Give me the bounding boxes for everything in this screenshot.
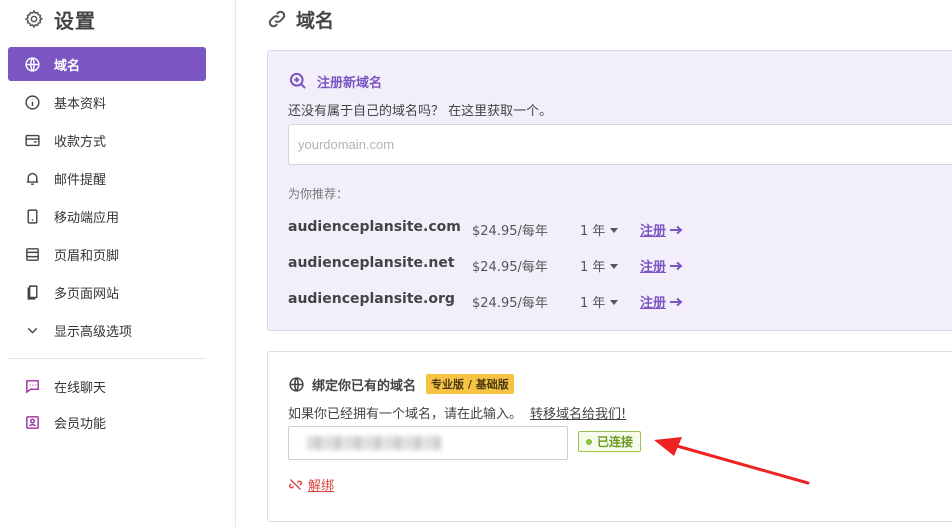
domain-price: $24.95/每年 xyxy=(472,224,548,239)
sidebar: 设置 域名 基本资料 收款方式 邮件提醒 移动端应用 页眉和页脚 多页面网站 显… xyxy=(0,0,236,527)
status-dot xyxy=(586,438,592,445)
mobile-icon xyxy=(24,208,41,225)
bind-description-row: 如果你已经拥有一个域名，请在此输入。 转移域名给我们! xyxy=(288,403,626,422)
connection-status-badge: 已连接 xyxy=(578,431,642,452)
globe-icon xyxy=(24,56,41,73)
sidebar-divider xyxy=(8,358,206,359)
sidebar-item-header-footer[interactable]: 页眉和页脚 xyxy=(8,237,206,271)
register-link-label: 注册 xyxy=(640,224,667,239)
bind-heading: 绑定你已有的域名 xyxy=(312,378,417,394)
transfer-domain-link[interactable]: 转移域名给我们! xyxy=(530,403,626,422)
sidebar-item-payment[interactable]: 收款方式 xyxy=(8,123,206,157)
gear-icon xyxy=(24,9,44,29)
sidebar-item-live-chat[interactable]: 在线聊天 xyxy=(8,369,206,403)
sidebar-item-profile[interactable]: 基本资料 xyxy=(8,85,206,119)
sidebar-item-membership[interactable]: 会员功能 xyxy=(8,405,206,439)
page-title: 域名 xyxy=(296,9,335,32)
sidebar-item-label: 移动端应用 xyxy=(54,210,120,226)
caret-down-icon xyxy=(610,227,619,233)
plan-badge: 专业版 / 基础版 xyxy=(426,374,514,394)
sidebar-item-label: 域名 xyxy=(54,58,81,74)
suggested-domain: audienceplansite.com xyxy=(288,219,461,235)
caret-down-icon xyxy=(610,263,619,269)
sidebar-title: 设置 xyxy=(54,8,96,33)
bind-domain-card: 绑定你已有的域名 专业版 / 基础版 如果你已经拥有一个域名，请在此输入。 转移… xyxy=(267,351,952,522)
domain-suggestion-row: audienceplansite.net $24.95/每年 1 年 注册 xyxy=(288,253,708,275)
member-icon xyxy=(24,414,41,431)
bind-heading-row: 绑定你已有的域名 专业版 / 基础版 xyxy=(288,374,514,394)
term-select[interactable]: 1 年 xyxy=(580,256,619,275)
register-link-label: 注册 xyxy=(640,260,667,275)
sidebar-item-label: 基本资料 xyxy=(54,96,107,112)
register-link[interactable]: 注册 xyxy=(640,220,684,239)
bind-description: 如果你已经拥有一个域名，请在此输入。 xyxy=(288,407,523,422)
term-value: 1 年 xyxy=(580,224,606,239)
register-link[interactable]: 注册 xyxy=(640,256,684,275)
globe-icon xyxy=(289,376,304,392)
unlink-icon xyxy=(289,479,302,490)
suggested-domain: audienceplansite.org xyxy=(288,291,455,307)
unbind-label: 解绑 xyxy=(308,479,335,494)
register-heading-row: 注册新域名 xyxy=(288,71,382,91)
term-value: 1 年 xyxy=(580,296,606,311)
domain-suggestion-row: audienceplansite.org $24.95/每年 1 年 注册 xyxy=(288,289,708,311)
sidebar-item-domain[interactable]: 域名 xyxy=(8,47,206,81)
domain-search-input[interactable] xyxy=(288,124,952,165)
wallet-icon xyxy=(24,132,41,149)
sidebar-header: 设置 xyxy=(24,6,96,33)
register-link[interactable]: 注册 xyxy=(640,292,684,311)
domain-price: $24.95/每年 xyxy=(472,260,548,275)
register-description: 还没有属于自己的域名吗？ 在这里获取一个。 xyxy=(288,104,553,119)
term-select[interactable]: 1 年 xyxy=(580,292,619,311)
sidebar-item-label: 收款方式 xyxy=(54,134,107,150)
arrow-right-icon xyxy=(670,297,683,306)
term-value: 1 年 xyxy=(580,260,606,275)
sidebar-item-label: 多页面网站 xyxy=(54,286,120,302)
link-icon xyxy=(268,10,286,28)
pages-icon xyxy=(24,284,41,301)
annotation-arrow xyxy=(654,437,810,485)
sidebar-item-multipage[interactable]: 多页面网站 xyxy=(8,275,206,309)
bell-icon xyxy=(24,170,41,187)
sidebar-item-label: 页眉和页脚 xyxy=(54,248,120,264)
register-heading: 注册新域名 xyxy=(317,75,383,91)
search-plus-icon xyxy=(289,72,306,89)
domain-price: $24.95/每年 xyxy=(472,296,548,311)
register-link-label: 注册 xyxy=(640,296,667,311)
sidebar-item-label: 邮件提醒 xyxy=(54,172,107,188)
term-select[interactable]: 1 年 xyxy=(580,220,619,239)
info-icon xyxy=(24,94,41,111)
register-domain-card: 注册新域名 还没有属于自己的域名吗？ 在这里获取一个。 为你推荐： audien… xyxy=(267,50,952,331)
page-header: 域名 xyxy=(266,6,334,32)
sidebar-item-label: 会员功能 xyxy=(54,416,107,432)
chevron-down-icon xyxy=(24,322,41,339)
settings-page: 设置 域名 基本资料 收款方式 邮件提醒 移动端应用 页眉和页脚 多页面网站 显… xyxy=(0,0,952,527)
sidebar-item-advanced[interactable]: 显示高级选项 xyxy=(8,313,206,347)
recommend-label: 为你推荐： xyxy=(288,187,349,201)
arrow-right-icon xyxy=(670,261,683,270)
existing-domain-input[interactable] xyxy=(288,426,568,460)
sidebar-item-label: 在线聊天 xyxy=(54,380,107,396)
status-label: 已连接 xyxy=(597,435,634,449)
suggested-domain: audienceplansite.net xyxy=(288,255,455,271)
layout-icon xyxy=(24,246,41,263)
unbind-link[interactable]: 解绑 xyxy=(288,475,334,494)
arrow-right-icon xyxy=(670,225,683,234)
sidebar-item-email[interactable]: 邮件提醒 xyxy=(8,161,206,195)
sidebar-item-mobile[interactable]: 移动端应用 xyxy=(8,199,206,233)
domain-suggestion-row: audienceplansite.com $24.95/每年 1 年 注册 xyxy=(288,217,708,239)
sidebar-item-label: 显示高级选项 xyxy=(54,324,133,340)
caret-down-icon xyxy=(610,299,619,305)
redacted-domain-value xyxy=(307,436,441,450)
chat-icon xyxy=(24,378,41,395)
